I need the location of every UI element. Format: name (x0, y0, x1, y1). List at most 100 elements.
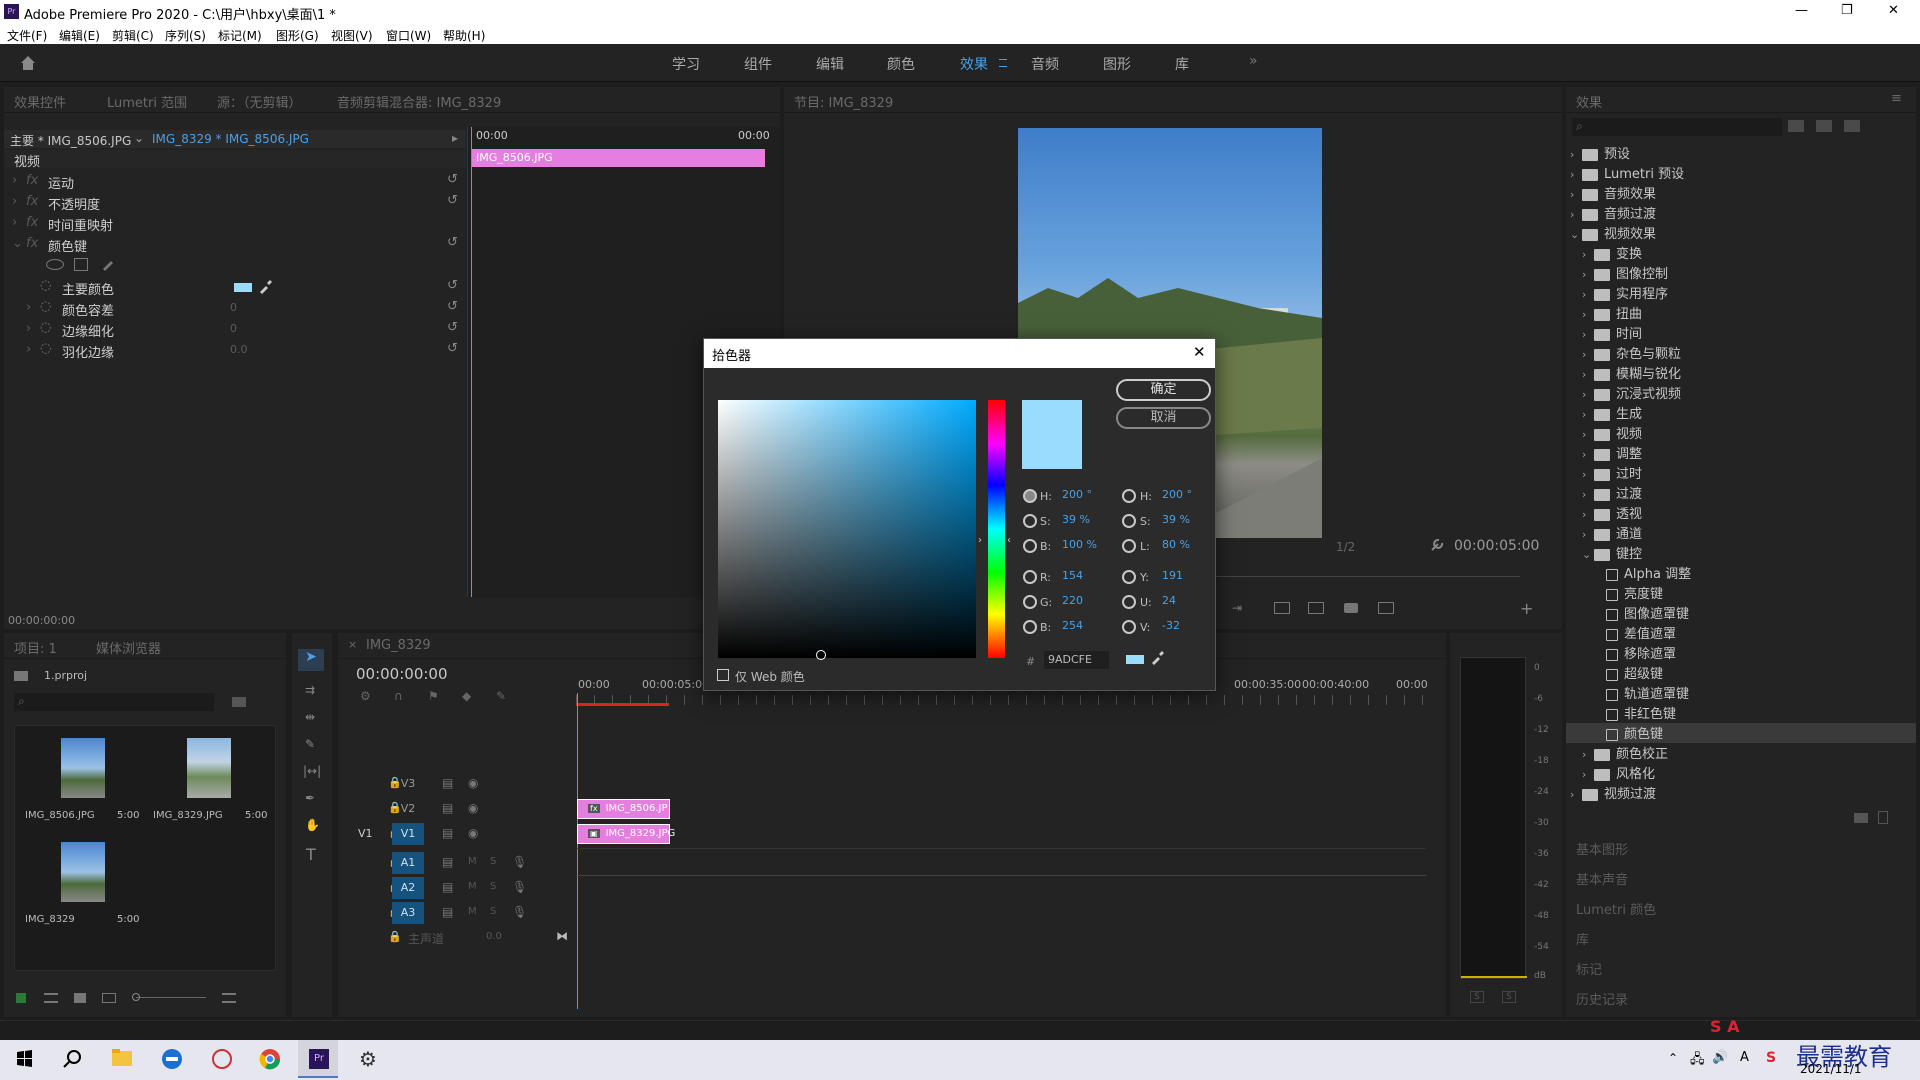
chevron-right-icon[interactable]: › (1570, 148, 1582, 161)
master-track-volume[interactable]: 0.0 (486, 931, 502, 942)
workspace-color[interactable]: 颜色 (887, 54, 915, 74)
tab-sequence[interactable]: IMG_8329 (366, 638, 431, 653)
radio-v[interactable] (1122, 620, 1136, 634)
key-color-swatch[interactable] (234, 283, 252, 292)
radio-h[interactable] (1023, 489, 1037, 503)
saturation-brightness-field[interactable] (718, 400, 976, 660)
value-h[interactable]: 200 ° (1062, 488, 1092, 501)
stopwatch-icon[interactable]: ◌ (40, 299, 51, 314)
rectangle-mask-icon[interactable] (74, 258, 88, 271)
stopwatch-icon[interactable]: ◌ (40, 341, 51, 356)
close-window-button[interactable]: ✕ (1888, 3, 1899, 18)
effects-tree-item[interactable]: ⌄ 视频效果 (1566, 223, 1916, 243)
effects-tree-item[interactable]: 颜色键 (1566, 723, 1916, 743)
add-marker-icon[interactable]: ◆ (462, 689, 471, 703)
minimize-button[interactable]: — (1795, 3, 1808, 18)
lock-icon[interactable]: 🔒 (388, 930, 402, 943)
settings-gear-icon[interactable]: ⚙ (348, 1040, 388, 1078)
chevron-down-icon[interactable]: ⌄ (1570, 228, 1582, 241)
32bit-effects-icon[interactable] (1816, 120, 1832, 132)
track-a3-label[interactable]: A3 (392, 902, 424, 924)
effects-tree-item[interactable]: › Lumetri 预设 (1566, 163, 1916, 183)
tab-project[interactable]: 项目: 1 (14, 638, 57, 657)
workspace-more-button[interactable]: » (1249, 53, 1258, 69)
reset-icon[interactable]: ↺ (447, 341, 458, 356)
settings-wrench-icon[interactable] (1430, 538, 1444, 552)
effects-tree-item[interactable]: › 时间 (1566, 323, 1916, 343)
slip-tool-icon[interactable]: |↔| (303, 764, 321, 778)
master-clip-label[interactable]: 主要 * IMG_8506.JPG (10, 132, 131, 149)
ok-button[interactable]: 确定 (1116, 379, 1211, 401)
prop-edge-feather-value[interactable]: 0.0 (230, 343, 248, 356)
radio-hsl-s[interactable] (1122, 514, 1136, 528)
clip-v2[interactable]: fx IMG_8506.JP (577, 799, 670, 819)
effects-tree-item[interactable]: › 生成 (1566, 403, 1916, 423)
ripple-edit-tool-icon[interactable]: ⇹ (305, 710, 315, 724)
snap-icon[interactable]: ∩ (394, 689, 403, 703)
effects-tree-item[interactable]: › 调整 (1566, 443, 1916, 463)
effects-tree-item[interactable]: › 模糊与锐化 (1566, 363, 1916, 383)
cancel-button[interactable]: 取消 (1116, 407, 1211, 429)
app-icon[interactable] (202, 1040, 242, 1078)
nest-icon[interactable]: ⚙ (360, 689, 371, 703)
mute-button[interactable]: M (468, 881, 477, 892)
stopwatch-icon[interactable]: ◌ (40, 320, 51, 335)
menu-sequence[interactable]: 序列(S) (165, 27, 206, 44)
selection-tool-icon[interactable]: ➤ (298, 649, 324, 671)
icon-view-icon[interactable] (74, 993, 86, 1003)
taskbar-date[interactable]: 2021/11/1 (1800, 1062, 1862, 1076)
clip-v1[interactable]: ▣ IMG_8329.JPG (577, 824, 675, 844)
section-libraries[interactable]: 库 (1576, 929, 1589, 948)
tab-lumetri-scopes[interactable]: Lumetri 范围 (107, 92, 187, 111)
hue-slider-right-arrow[interactable]: ‹ (1007, 535, 1011, 546)
chevron-right-icon[interactable]: › (1582, 508, 1594, 521)
tray-up-arrow-icon[interactable]: ⌃ (1668, 1051, 1678, 1065)
menu-help[interactable]: 帮助(H) (443, 27, 485, 44)
tab-audio-clip-mixer[interactable]: 音频剪辑混合器: IMG_8329 (337, 92, 501, 111)
effects-tree-item[interactable]: › 实用程序 (1566, 283, 1916, 303)
solo-button[interactable]: S (490, 881, 496, 892)
chevron-right-icon[interactable]: › (1582, 348, 1594, 361)
eye-icon[interactable]: ◉ (468, 801, 478, 815)
chevron-right-icon[interactable]: › (1570, 788, 1582, 801)
chevron-right-icon[interactable]: › (1570, 168, 1582, 181)
value-blue[interactable]: 254 (1062, 619, 1083, 632)
workspace-editing[interactable]: 编辑 (816, 54, 844, 74)
menu-view[interactable]: 视图(V) (331, 27, 373, 44)
value-g[interactable]: 220 (1062, 594, 1083, 607)
prop-edge-feather[interactable]: › ◌ 羽化边缘 0.0 ↺ (4, 340, 464, 361)
workspace-graphics[interactable]: 图形 (1103, 54, 1131, 74)
workspace-effects[interactable]: 效果 (960, 54, 988, 74)
section-markers[interactable]: 标记 (1576, 959, 1602, 978)
work-area-bar[interactable] (576, 703, 669, 706)
sync-lock-icon[interactable]: ▤ (442, 880, 453, 894)
lift-button[interactable]: ⇥ (1232, 601, 1242, 615)
ec-clip-bar[interactable]: IMG_8506.JPG (472, 149, 765, 167)
radio-blue[interactable] (1023, 620, 1037, 634)
track-v3-label[interactable]: V3 (392, 773, 424, 795)
sequence-clip-label[interactable]: IMG_8329 * IMG_8506.JPG (152, 132, 309, 146)
sync-lock-icon[interactable]: ▤ (442, 826, 453, 840)
effects-tree-item[interactable]: › 变换 (1566, 243, 1916, 263)
chevron-right-icon[interactable]: › (1582, 408, 1594, 421)
effects-tree-item[interactable]: › 过渡 (1566, 483, 1916, 503)
chevron-right-icon[interactable]: › (1582, 748, 1594, 761)
value-hsl-s[interactable]: 39 % (1162, 513, 1190, 526)
hue-slider[interactable] (988, 400, 1005, 658)
prop-key-color[interactable]: ◌ 主要颜色 ↺ (4, 277, 464, 298)
source-patch-v1[interactable]: V1 (358, 827, 373, 840)
chevron-right-icon[interactable]: › (1582, 768, 1594, 781)
fx-color-key[interactable]: ⌄ fx 颜色键 ↺ (4, 234, 464, 255)
menu-file[interactable]: 文件(F) (7, 27, 47, 44)
effects-tree-item[interactable]: 差值遮罩 (1566, 623, 1916, 643)
maximize-button[interactable]: ❐ (1841, 3, 1853, 18)
effects-tree-item[interactable]: › 过时 (1566, 463, 1916, 483)
effects-tree-item[interactable]: › 通道 (1566, 523, 1916, 543)
reset-icon[interactable]: ↺ (447, 320, 458, 335)
effects-tree-item[interactable]: ⌄ 键控 (1566, 543, 1916, 563)
home-icon[interactable] (20, 55, 36, 71)
effects-search-input[interactable]: ⌕ (1572, 118, 1782, 136)
project-item[interactable]: IMG_8506.JPG 5:00 (17, 728, 143, 828)
web-colors-checkbox[interactable] (717, 669, 729, 681)
reset-icon[interactable]: ↺ (447, 278, 458, 293)
